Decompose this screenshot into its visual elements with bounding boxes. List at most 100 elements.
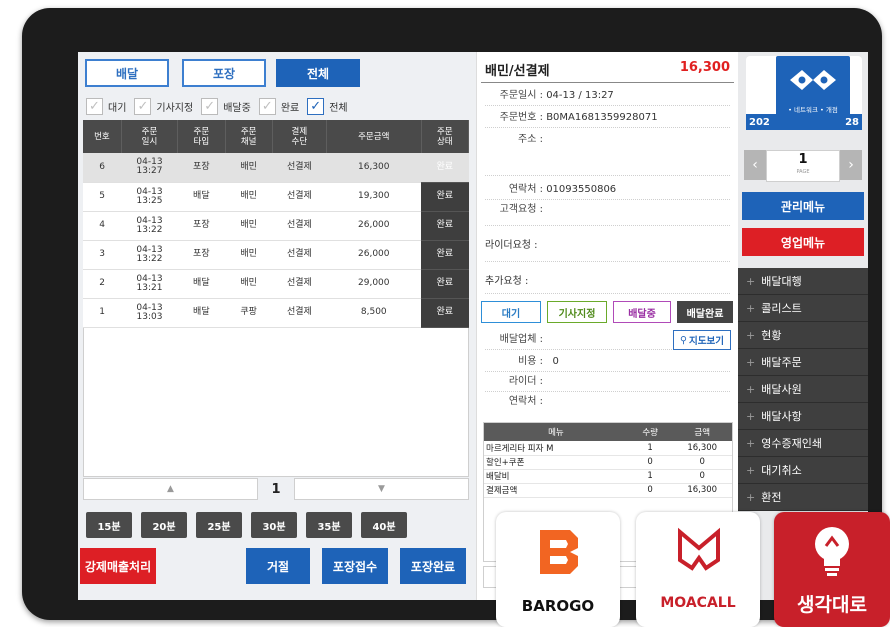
force-sale-button[interactable]: 강제매출처리 — [80, 548, 156, 584]
plus-icon: + — [746, 328, 756, 342]
side-menu-item[interactable]: + 배달대행 — [738, 268, 868, 295]
time-35-button[interactable]: 35분 — [306, 512, 352, 538]
order-header-5: 주문금액 — [326, 120, 422, 153]
time-30-button[interactable]: 30분 — [251, 512, 297, 538]
order-cell: 배민 — [225, 240, 273, 270]
plus-icon: + — [746, 436, 756, 450]
customer-request-row: 고객요청 : — [485, 200, 730, 226]
order-cell: 04-13 13:21 — [121, 269, 178, 299]
order-cell: 2 — [83, 269, 122, 299]
prev-page-arrow-icon[interactable]: ‹ — [744, 150, 766, 180]
next-page-arrow-icon[interactable]: › — [840, 150, 862, 180]
order-cell: 04-13 13:03 — [121, 298, 178, 328]
side-menu-label: 환전 — [761, 491, 782, 504]
menu-header-name: 메뉴 — [484, 423, 628, 441]
order-cell: 포장 — [177, 153, 225, 183]
logo-date-right: 28 — [845, 116, 859, 128]
tab-all[interactable]: 전체 — [276, 59, 360, 87]
sales-menu-button[interactable]: 영업메뉴 — [742, 228, 864, 256]
side-menu-label: 배달주문 — [761, 356, 802, 369]
side-menu-item[interactable]: + 배달사원 — [738, 376, 868, 403]
order-cell: 배민 — [225, 269, 273, 299]
order-row[interactable]: 3 04-13 13:22 포장 배민 선결제 26,000 완료 — [83, 240, 469, 270]
cost-row: 비용 : 0 — [485, 352, 730, 372]
order-cell: 완료 — [421, 240, 469, 270]
tab-delivery[interactable]: 배달 — [85, 59, 169, 87]
plus-icon: + — [746, 490, 756, 504]
status-delivering-button[interactable]: 배달중 — [613, 301, 671, 323]
time-20-button[interactable]: 20분 — [141, 512, 187, 538]
pin-icon: ⚲ — [680, 334, 687, 346]
order-header-6: 주문 상태 — [421, 120, 470, 153]
side-menu-item[interactable]: + 배달주문 — [738, 349, 868, 376]
tab-takeout[interactable]: 포장 — [182, 59, 266, 87]
page-up-button[interactable]: ▲ — [83, 478, 258, 500]
order-row[interactable]: 4 04-13 13:22 포장 배민 선결제 26,000 완료 — [83, 211, 469, 241]
admin-menu-button[interactable]: 관리메뉴 — [742, 192, 864, 220]
side-menu-item[interactable]: + 영수증재인쇄 — [738, 430, 868, 457]
contact-row: 연락처 : 01093550806 — [485, 180, 730, 200]
side-page-number: 1 — [798, 152, 808, 167]
order-cell: 쿠팡 — [225, 298, 273, 328]
address-label: 주소 : — [518, 134, 543, 145]
order-cell: 1 — [83, 298, 122, 328]
order-row[interactable]: 1 04-13 13:03 배달 쿠팡 선결제 8,500 완료 — [83, 298, 469, 328]
filter-complete-checkbox[interactable]: ✓ — [258, 97, 276, 115]
order-cell: 완료 — [421, 153, 469, 183]
filter-delivering-checkbox[interactable]: ✓ — [201, 97, 219, 115]
order-header-3: 주문 채널 — [225, 120, 273, 153]
filter-waiting-label: 대기 — [108, 102, 127, 114]
page-down-button[interactable]: ▼ — [294, 478, 469, 500]
map-view-button[interactable]: ⚲ 지도보기 — [673, 330, 731, 350]
order-row[interactable]: 5 04-13 13:25 배달 배민 선결제 19,300 완료 — [83, 182, 469, 212]
menu-cell: 16,300 — [672, 441, 732, 456]
order-no-value: B0MA1681359928071 — [546, 112, 658, 123]
order-time-row: 주문일시 : 04-13 / 13:27 — [485, 86, 730, 106]
order-row[interactable]: 2 04-13 13:21 배달 배민 선결제 29,000 완료 — [83, 269, 469, 299]
cost-label: 비용 : — [518, 356, 543, 367]
complete-takeout-button[interactable]: 포장완료 — [400, 548, 466, 584]
side-menu-item[interactable]: + 콜리스트 — [738, 295, 868, 322]
order-cell: 04-13 13:25 — [121, 182, 178, 212]
reject-button[interactable]: 거절 — [246, 548, 310, 584]
order-cell: 포장 — [177, 211, 225, 241]
time-15-button[interactable]: 15분 — [86, 512, 132, 538]
rider-request-label: 라이더요청 : — [485, 240, 538, 251]
filter-waiting-checkbox[interactable]: ✓ — [86, 97, 103, 115]
order-cell: 선결제 — [272, 211, 327, 241]
lightbulb-icon — [815, 527, 849, 576]
menu-cell: 1 — [627, 469, 673, 484]
plus-icon: + — [746, 382, 756, 396]
order-cell: 선결제 — [272, 153, 327, 183]
rider-request-row: 라이더요청 : — [485, 236, 730, 262]
order-cell: 완료 — [421, 298, 469, 328]
time-40-button[interactable]: 40분 — [361, 512, 407, 538]
status-complete-button[interactable]: 배달완료 — [677, 301, 733, 323]
side-menu-item[interactable]: + 현황 — [738, 322, 868, 349]
logo-mark-icon: • 네트워크 • 개점 — [776, 56, 850, 118]
order-cell: 26,000 — [326, 240, 422, 270]
order-header-2: 주문 타입 — [177, 120, 226, 153]
menu-row: 마르게리타 피자 M 1 16,300 — [484, 441, 732, 456]
time-25-button[interactable]: 25분 — [196, 512, 242, 538]
filter-assigned-checkbox[interactable]: ✓ — [134, 97, 152, 115]
menu-cell: 할인+쿠폰 — [484, 455, 628, 470]
side-menu-item[interactable]: + 배달사항 — [738, 403, 868, 430]
order-cell: 04-13 13:22 — [121, 211, 178, 241]
side-menu-item[interactable]: + 대기취소 — [738, 457, 868, 484]
status-waiting-button[interactable]: 대기 — [481, 301, 541, 323]
status-assigned-button[interactable]: 기사지정 — [547, 301, 607, 323]
side-page-caption: PAGE — [796, 169, 810, 175]
rider-contact-label: 연락처 : — [508, 396, 543, 407]
order-row[interactable]: 6 04-13 13:27 포장 배민 선결제 16,300 완료 — [83, 153, 469, 183]
filter-all-checkbox[interactable]: ✓ — [307, 97, 325, 115]
side-menu-item[interactable]: + 환전 — [738, 484, 868, 511]
moacall-mark-icon — [678, 527, 720, 571]
plus-icon: + — [746, 355, 756, 369]
order-cell: 완료 — [421, 269, 469, 299]
order-cell: 배달 — [177, 269, 225, 299]
thinking-logo: 생각대로 — [774, 512, 890, 627]
order-header-1: 주문 일시 — [121, 120, 179, 153]
accept-takeout-button[interactable]: 포장접수 — [322, 548, 388, 584]
list-pager: ▲ 1 ▼ — [83, 478, 469, 500]
